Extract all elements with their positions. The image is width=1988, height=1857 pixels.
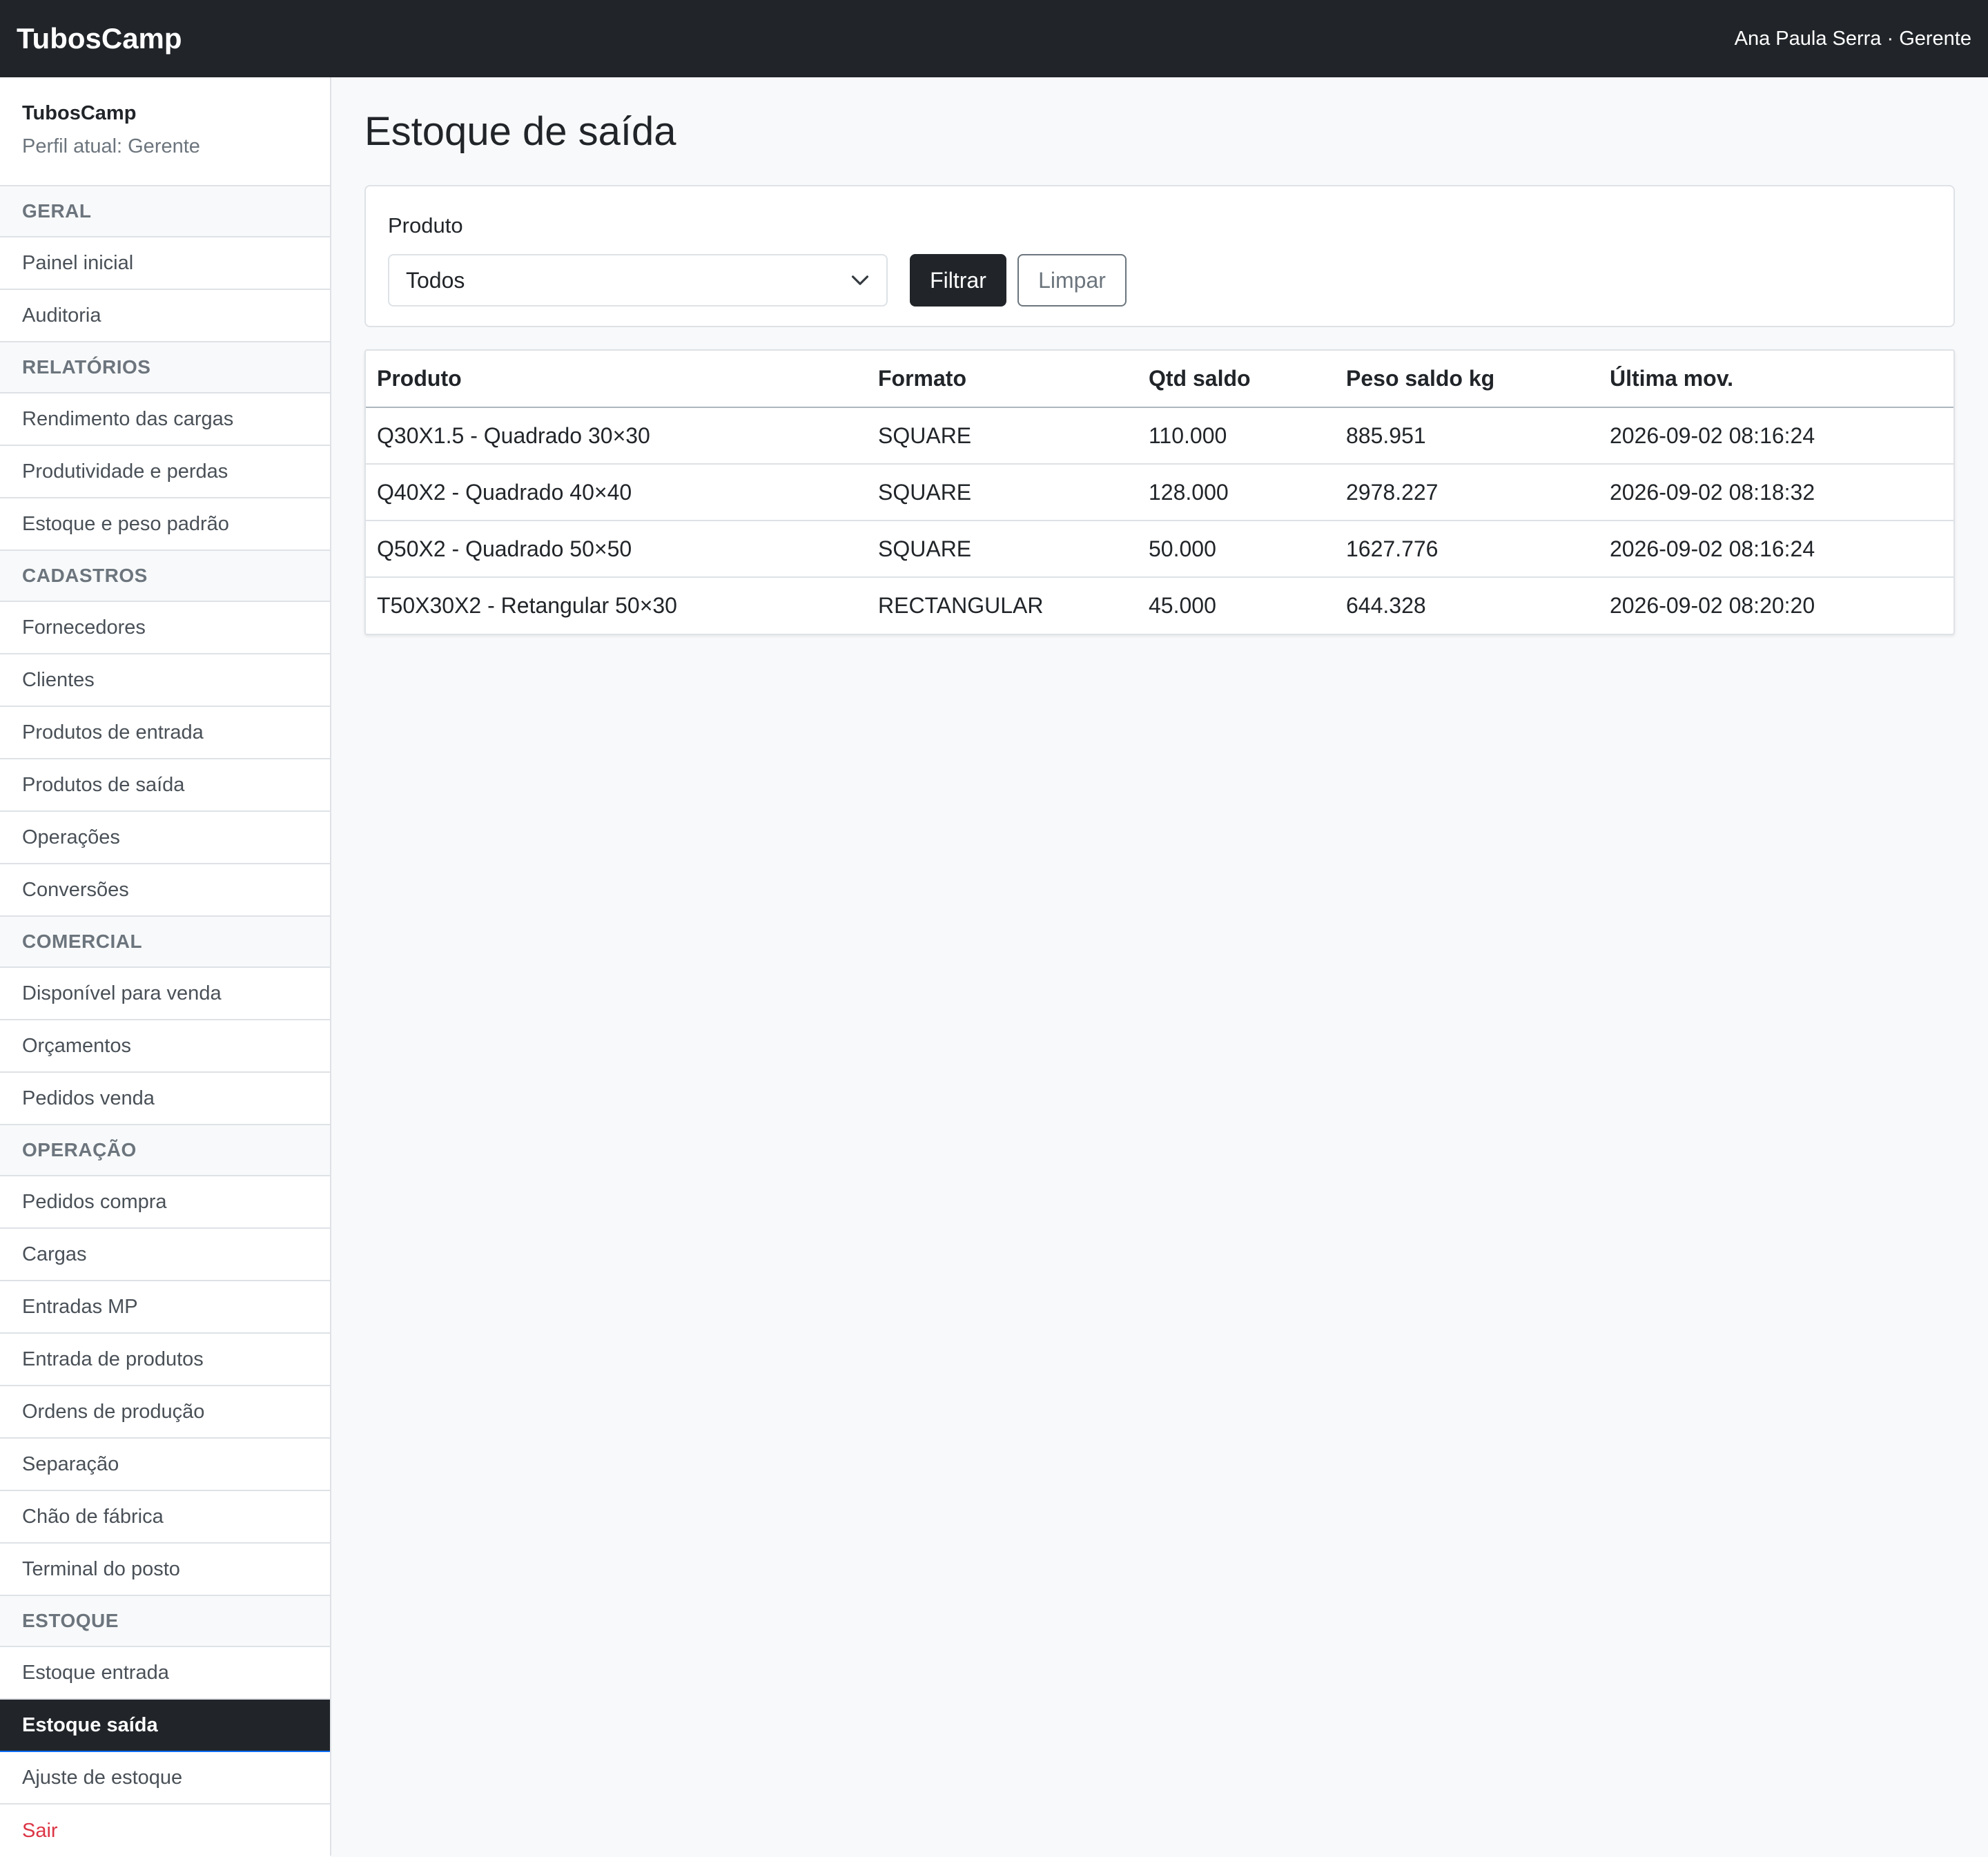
cell-peso-saldo: 2978.227 — [1335, 464, 1599, 521]
sidebar-section-comercial: COMERCIAL — [0, 917, 330, 968]
sidebar-item-produtos-entrada[interactable]: Produtos de entrada — [0, 707, 330, 759]
cell-formato: RECTANGULAR — [878, 593, 1044, 618]
sidebar-item-produtividade-perdas[interactable]: Produtividade e perdas — [0, 446, 330, 498]
cell-qtd-saldo: 45.000 — [1149, 593, 1216, 618]
table-row: Q40X2 - Quadrado 40×40 SQUARE 128.000 29… — [366, 464, 1953, 521]
cell-qtd-saldo: 110.000 — [1138, 407, 1335, 465]
cell-produto: Q30X1.5 - Quadrado 30×30 — [366, 407, 867, 465]
cell-formato: SQUARE — [867, 464, 1138, 521]
sidebar-item-painel-inicial[interactable]: Painel inicial — [0, 237, 330, 290]
cell-formato: SQUARE — [867, 407, 1138, 465]
sidebar-item-estoque-saida[interactable]: Estoque saída — [0, 1700, 330, 1752]
limpar-button[interactable]: Limpar — [1017, 254, 1127, 307]
cell-ultima-mov: 2026-09-02 08:16:24 — [1599, 407, 1953, 465]
sidebar-profile: Perfil atual: Gerente — [22, 135, 200, 157]
cell-produto: T50X30X2 - Retangular 50×30 — [377, 593, 677, 618]
cell-ultima-mov: 2026-09-02 08:18:32 — [1599, 464, 1953, 521]
sidebar-item-conversoes[interactable]: Conversões — [0, 864, 330, 917]
produto-select[interactable]: Todos — [388, 254, 888, 307]
sidebar-item-ordens-producao[interactable]: Ordens de produção — [0, 1386, 330, 1439]
cell-qtd-saldo: 50.000 — [1138, 521, 1335, 578]
sidebar-app-name: TubosCamp — [22, 102, 137, 124]
table-row: T50X30X2 - Retangular 50×30 RECTANGULAR … — [366, 577, 1953, 634]
sidebar-item-orcamentos[interactable]: Orçamentos — [0, 1020, 330, 1073]
sidebar-item-estoque-entrada[interactable]: Estoque entrada — [0, 1647, 330, 1700]
table-header-row: Produto Formato Qtd saldo Peso saldo kg … — [366, 351, 1953, 408]
cell-produto: Q50X2 - Quadrado 50×50 — [366, 521, 867, 578]
current-user: Ana Paula Serra · Gerente — [1734, 27, 1971, 50]
cell-produto: Q40X2 - Quadrado 40×40 — [366, 464, 867, 521]
sidebar-section-estoque: ESTOQUE — [0, 1596, 330, 1647]
sidebar-item-ajuste-estoque[interactable]: Ajuste de estoque — [0, 1752, 330, 1805]
col-header-produto: Produto — [366, 351, 867, 408]
stock-table-card: Produto Formato Qtd saldo Peso saldo kg … — [364, 349, 1955, 635]
cell-ultima-mov: 2026-09-02 08:20:20 — [1610, 593, 1815, 618]
cell-formato: SQUARE — [867, 521, 1138, 578]
sidebar-item-sair[interactable]: Sair — [0, 1805, 330, 1857]
sidebar-section-operacao: OPERAÇÃO — [0, 1125, 330, 1176]
sidebar-item-estoque-peso-padrao[interactable]: Estoque e peso padrão — [0, 498, 330, 551]
col-header-peso-saldo: Peso saldo kg — [1335, 351, 1599, 408]
col-header-qtd-saldo: Qtd saldo — [1138, 351, 1335, 408]
sidebar-item-entradas-mp[interactable]: Entradas MP — [0, 1281, 330, 1334]
col-header-formato: Formato — [867, 351, 1138, 408]
sidebar-item-produtos-saida[interactable]: Produtos de saída — [0, 759, 330, 812]
sidebar: TubosCamp Perfil atual: Gerente GERAL Pa… — [0, 77, 331, 1857]
produto-select-value: Todos — [406, 267, 465, 293]
sidebar-item-fornecedores[interactable]: Fornecedores — [0, 602, 330, 654]
sidebar-item-rendimento-cargas[interactable]: Rendimento das cargas — [0, 393, 330, 446]
table-row: Q30X1.5 - Quadrado 30×30 SQUARE 110.000 … — [366, 407, 1953, 465]
sidebar-item-separacao[interactable]: Separação — [0, 1439, 330, 1491]
cell-peso-saldo: 1627.776 — [1335, 521, 1599, 578]
cell-qtd-saldo: 128.000 — [1138, 464, 1335, 521]
sidebar-item-operacoes[interactable]: Operações — [0, 812, 330, 864]
stock-table: Produto Formato Qtd saldo Peso saldo kg … — [366, 351, 1953, 634]
sidebar-section-geral: GERAL — [0, 186, 330, 237]
chevron-down-icon — [851, 275, 869, 285]
produto-filter-label: Produto — [388, 213, 463, 237]
brand-logo-text[interactable]: TubosCamp — [17, 22, 182, 55]
page-title: Estoque de saída — [364, 109, 676, 154]
sidebar-item-pedidos-venda[interactable]: Pedidos venda — [0, 1073, 330, 1125]
sidebar-item-terminal-posto[interactable]: Terminal do posto — [0, 1544, 330, 1596]
filtrar-button[interactable]: Filtrar — [910, 254, 1006, 307]
table-row: Q50X2 - Quadrado 50×50 SQUARE 50.000 162… — [366, 521, 1953, 578]
top-navbar: TubosCamp Ana Paula Serra · Gerente — [0, 0, 1988, 77]
cell-ultima-mov: 2026-09-02 08:16:24 — [1599, 521, 1953, 578]
filter-row: Todos Filtrar Limpar — [388, 254, 1931, 307]
cell-peso-saldo: 644.328 — [1346, 593, 1426, 618]
sidebar-item-disponivel-venda[interactable]: Disponível para venda — [0, 968, 330, 1020]
sidebar-item-chao-fabrica[interactable]: Chão de fábrica — [0, 1491, 330, 1544]
sidebar-header: TubosCamp Perfil atual: Gerente — [0, 77, 330, 186]
sidebar-item-pedidos-compra[interactable]: Pedidos compra — [0, 1176, 330, 1229]
sidebar-item-auditoria[interactable]: Auditoria — [0, 290, 330, 342]
sidebar-item-cargas[interactable]: Cargas — [0, 1229, 330, 1281]
col-header-ultima-mov: Última mov. — [1599, 351, 1953, 408]
filter-card: Produto Todos Filtrar Limpar — [364, 185, 1955, 327]
sidebar-section-relatorios: RELATÓRIOS — [0, 342, 330, 393]
main-content: Estoque de saída Produto Todos Filtrar L… — [364, 77, 1955, 635]
sidebar-section-cadastros: CADASTROS — [0, 551, 330, 602]
sidebar-item-entrada-produtos[interactable]: Entrada de produtos — [0, 1334, 330, 1386]
cell-peso-saldo: 885.951 — [1335, 407, 1599, 465]
sidebar-item-clientes[interactable]: Clientes — [0, 654, 330, 707]
